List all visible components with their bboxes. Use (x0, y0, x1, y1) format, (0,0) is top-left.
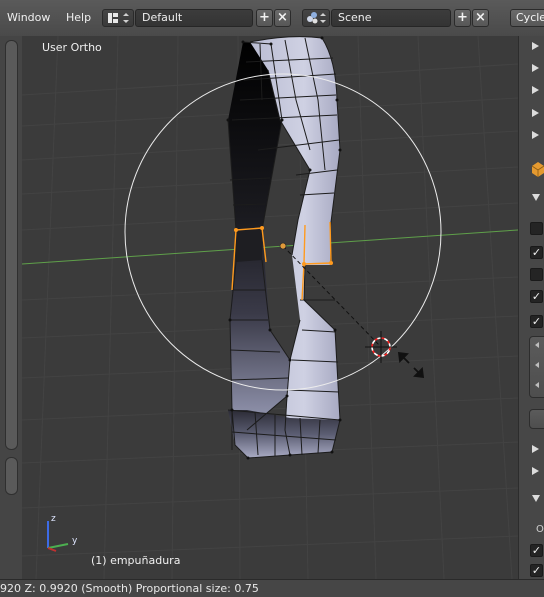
gizmo-y-label: y (72, 536, 78, 546)
tool-shelf-scrollbar-lower[interactable] (5, 457, 18, 495)
info-header: Window Help Default + × Scene + × Cycles (0, 0, 544, 37)
property-checkbox-1[interactable] (530, 222, 543, 235)
menu-help[interactable]: Help (66, 11, 91, 24)
property-checkbox-4[interactable]: ✓ (530, 290, 543, 303)
scene-browse-button[interactable] (302, 9, 330, 27)
remove-scene-button[interactable]: × (472, 9, 489, 27)
axis-gizmo (47, 521, 69, 552)
transform-status-text: 920 Z: 0.9920 (Smooth) Proportional size… (0, 582, 259, 595)
scene-field[interactable]: Scene (331, 9, 451, 27)
property-checkbox-3[interactable] (530, 268, 543, 281)
transform-status-bar: 920 Z: 0.9920 (Smooth) Proportional size… (0, 579, 544, 597)
stepper-arrows-icon (535, 342, 539, 388)
property-partial-label: O (536, 524, 544, 535)
tool-shelf (0, 36, 23, 579)
property-checkbox-5[interactable]: ✓ (530, 315, 543, 328)
property-checkbox-6[interactable]: ✓ (530, 544, 543, 557)
pivot-point (279, 242, 287, 250)
scene-icon (307, 12, 326, 24)
property-button[interactable] (529, 409, 544, 429)
active-object-label: (1) empuñadura (91, 554, 181, 567)
property-checkbox-7[interactable]: ✓ (530, 564, 543, 577)
add-layout-button[interactable]: + (256, 9, 273, 27)
screen-layout-browse-button[interactable] (102, 9, 134, 27)
panel-expand-arrows (531, 42, 544, 502)
tool-shelf-scrollbar[interactable] (5, 40, 18, 450)
gizmo-z-label: z (51, 514, 56, 524)
3d-cursor-icon (365, 331, 397, 363)
screen-layout-field[interactable]: Default (135, 9, 253, 27)
viewport-canvas (22, 36, 518, 579)
properties-panel: ✓ ✓ ✓ O ✓ ✓ (518, 36, 544, 579)
x-axis-line (22, 229, 518, 265)
menu-window[interactable]: Window (7, 11, 50, 24)
render-engine-dropdown[interactable]: Cycles (510, 9, 544, 27)
move-cursor-icon (397, 351, 425, 379)
layout-grid-icon (108, 13, 129, 23)
3d-viewport[interactable]: User Ortho (1) empuñadura z y (22, 36, 518, 579)
property-checkbox-2[interactable]: ✓ (530, 246, 543, 259)
remove-layout-button[interactable]: × (274, 9, 291, 27)
view-name-label: User Ortho (42, 41, 102, 54)
add-scene-button[interactable]: + (454, 9, 471, 27)
property-number-stack[interactable] (529, 336, 544, 398)
